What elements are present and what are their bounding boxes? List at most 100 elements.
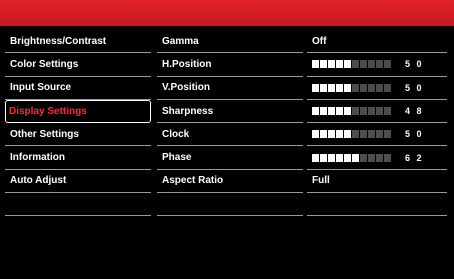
menu-item-empty [5, 193, 151, 217]
menu-item-label: Input Source [10, 82, 72, 94]
menu-item-input-source[interactable]: Input Source [5, 77, 151, 100]
level-segment [312, 60, 319, 69]
menu-item-label: Brightness/Contrast [10, 35, 107, 47]
setting-clock[interactable]: Clock [157, 123, 303, 147]
value-sharpness[interactable]: 4 8 [307, 100, 447, 124]
menu-item-label: Information [10, 152, 65, 164]
menu-item-brightness-contrast[interactable]: Brightness/Contrast [5, 30, 151, 54]
setting-h-position[interactable]: H.Position [157, 53, 303, 77]
menu-item-label: Auto Adjust [10, 175, 67, 187]
level-segment [360, 153, 367, 162]
menu-item-other-settings[interactable]: Other Settings [5, 123, 151, 147]
level-segment [368, 107, 375, 116]
value-number: 4 8 [405, 106, 424, 117]
level-segment [320, 107, 327, 116]
level-segment [376, 83, 383, 92]
level-segment [344, 153, 351, 162]
value-number: 5 0 [405, 82, 424, 93]
menu-item-label: Display Settings [9, 106, 87, 118]
level-segment [336, 107, 343, 116]
setting-aspect-ratio[interactable]: Aspect Ratio [157, 170, 303, 194]
level-segment [376, 153, 383, 162]
value-v-position[interactable]: 5 0 [307, 77, 447, 100]
level-segment [384, 83, 391, 92]
level-segment [384, 60, 391, 69]
menu-item-color-settings[interactable]: Color Settings [5, 53, 151, 77]
level-bar[interactable] [312, 60, 391, 69]
level-segment [368, 83, 375, 92]
level-segment [376, 107, 383, 116]
level-segment [336, 153, 343, 162]
level-segment [384, 107, 391, 116]
value-number: 5 0 [405, 129, 424, 140]
value-aspect-ratio[interactable]: Full [307, 170, 447, 194]
menu-item-auto-adjust[interactable]: Auto Adjust [5, 170, 151, 194]
level-segment [384, 153, 391, 162]
value-text: Full [312, 175, 330, 187]
level-segment [328, 107, 335, 116]
value-number: 6 2 [405, 152, 424, 163]
menu-item-label: Color Settings [10, 58, 79, 70]
level-segment [344, 130, 351, 139]
value-h-position[interactable]: 5 0 [307, 53, 447, 77]
level-segment [384, 130, 391, 139]
level-segment [368, 60, 375, 69]
level-segment [320, 153, 327, 162]
level-segment [328, 153, 335, 162]
setting-label: H.Position [162, 58, 212, 70]
setting-gamma[interactable]: Gamma [157, 30, 303, 54]
setting-phase[interactable]: Phase [157, 146, 303, 170]
level-segment [312, 130, 319, 139]
setting-v-position[interactable]: V.Position [157, 77, 303, 100]
level-segment [368, 130, 375, 139]
level-bar[interactable] [312, 107, 391, 116]
setting-label: Clock [162, 128, 190, 140]
level-segment [336, 83, 343, 92]
setting-empty [157, 193, 303, 217]
level-segment [352, 107, 359, 116]
level-bar[interactable] [312, 83, 391, 92]
level-segment [352, 83, 359, 92]
osd-header-bar [0, 0, 454, 26]
value-text: Off [312, 35, 327, 47]
level-segment [312, 83, 319, 92]
setting-label: Phase [162, 152, 192, 164]
level-segment [352, 130, 359, 139]
settings-values: Off 5 0 5 0 4 8 5 0 6 2 Full [307, 30, 451, 217]
value-gamma[interactable]: Off [307, 30, 447, 54]
level-segment [352, 60, 359, 69]
settings-labels: Gamma H.Position V.Position Sharpness Cl… [157, 30, 307, 217]
menu-item-display-settings[interactable]: Display Settings [5, 99, 151, 124]
level-segment [344, 107, 351, 116]
level-segment [360, 83, 367, 92]
level-segment [344, 83, 351, 92]
level-segment [360, 130, 367, 139]
value-clock[interactable]: 5 0 [307, 123, 447, 147]
level-bar[interactable] [312, 153, 391, 162]
level-segment [312, 153, 319, 162]
level-segment [376, 130, 383, 139]
level-segment [328, 130, 335, 139]
level-segment [320, 60, 327, 69]
level-segment [320, 130, 327, 139]
level-segment [360, 60, 367, 69]
level-segment [320, 83, 327, 92]
setting-label: Aspect Ratio [162, 175, 224, 187]
menu-item-label: Other Settings [10, 128, 79, 140]
level-segment [352, 153, 359, 162]
setting-label: Sharpness [162, 105, 214, 117]
level-segment [344, 60, 351, 69]
value-empty [307, 193, 447, 217]
setting-label: V.Position [162, 82, 210, 94]
level-segment [376, 60, 383, 69]
level-segment [336, 130, 343, 139]
menu-item-information[interactable]: Information [5, 146, 151, 170]
value-phase[interactable]: 6 2 [307, 146, 447, 170]
level-segment [336, 60, 343, 69]
setting-sharpness[interactable]: Sharpness [157, 100, 303, 124]
value-number: 5 0 [405, 59, 424, 70]
level-segment [328, 83, 335, 92]
level-segment [368, 153, 375, 162]
main-menu: Brightness/Contrast Color Settings Input… [5, 30, 155, 217]
level-bar[interactable] [312, 130, 391, 139]
